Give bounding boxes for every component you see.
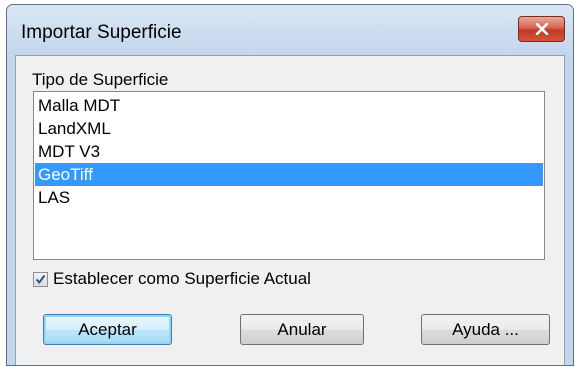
dialog-body: Tipo de Superficie Malla MDT LandXML MDT… [15, 55, 565, 365]
import-surface-dialog: Importar Superficie Tipo de Superficie M… [6, 4, 574, 366]
surface-type-label: Tipo de Superficie [32, 70, 169, 89]
list-item[interactable]: LandXML [35, 117, 543, 140]
title-bar[interactable]: Importar Superficie [7, 5, 573, 55]
close-icon [535, 23, 548, 35]
checkmark-icon [35, 274, 46, 284]
cancel-button[interactable]: Anular [240, 314, 364, 345]
close-button[interactable] [518, 16, 565, 42]
window-title: Importar Superficie [21, 22, 182, 43]
surface-type-list[interactable]: Malla MDT LandXML MDT V3 GeoTiff LAS [33, 91, 545, 260]
accept-button[interactable]: Aceptar [43, 314, 172, 345]
set-current-option[interactable]: Establecer como Superficie Actual [33, 269, 311, 289]
set-current-label[interactable]: Establecer como Superficie Actual [53, 269, 311, 289]
list-item[interactable]: Malla MDT [35, 94, 543, 117]
help-button[interactable]: Ayuda ... [421, 314, 550, 345]
list-item-selected[interactable]: GeoTiff [35, 163, 543, 186]
list-item[interactable]: LAS [35, 186, 543, 209]
list-item[interactable]: MDT V3 [35, 140, 543, 163]
set-current-checkbox[interactable] [33, 271, 48, 287]
